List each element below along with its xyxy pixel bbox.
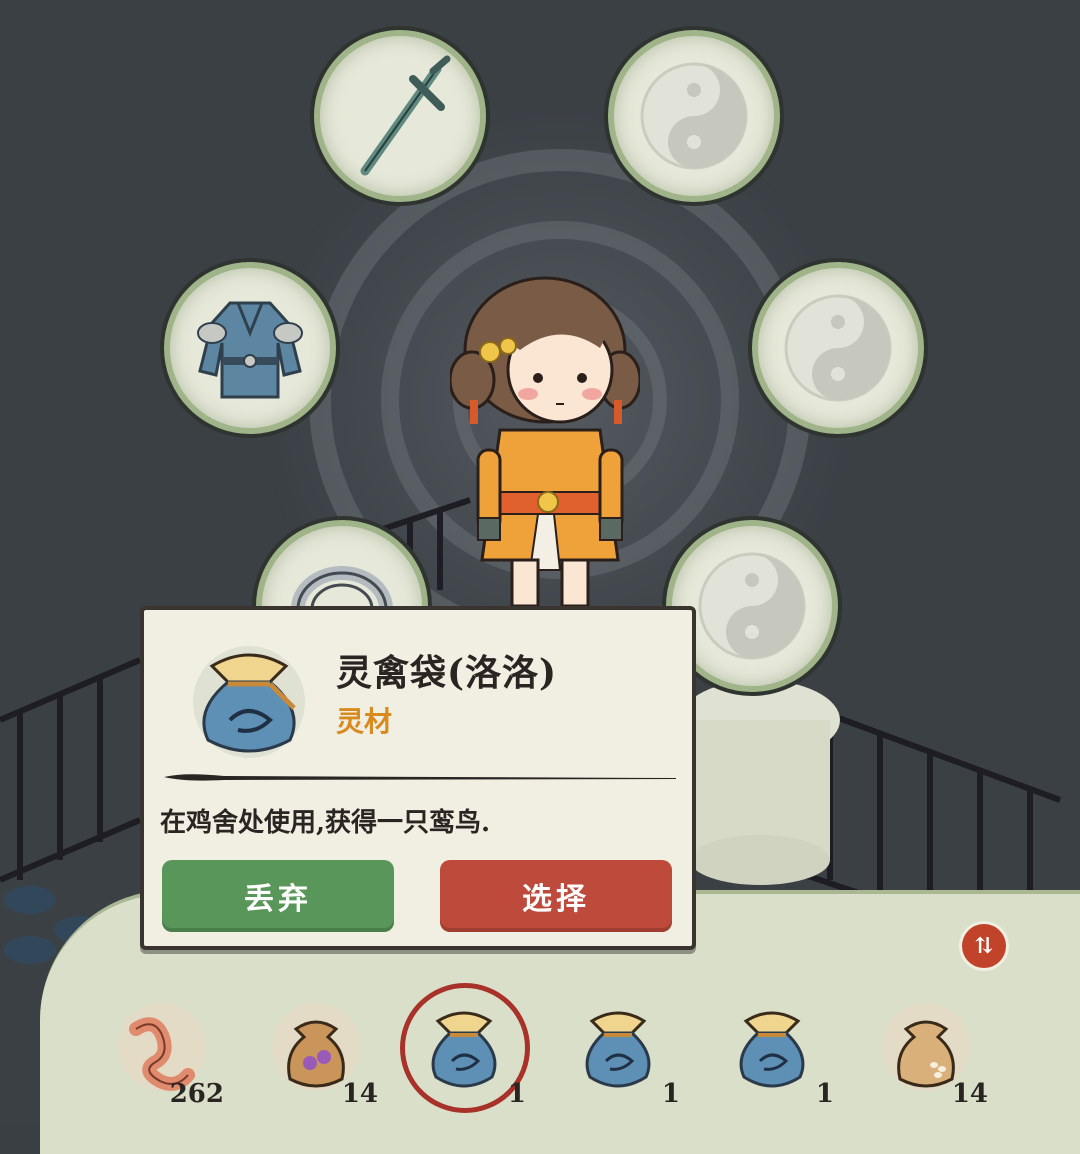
item-description: 在鸡舍处使用,获得一只鸾鸟.	[160, 808, 491, 838]
item-count: 262	[169, 1079, 224, 1109]
yin-yang-icon	[784, 294, 892, 402]
spirit-bird-bag-icon	[193, 646, 305, 758]
weapon-slot[interactable]	[314, 30, 486, 202]
inventory-item-worm[interactable]: 262	[104, 995, 224, 1115]
inventory-item-spirit-bird-bag[interactable]: 1	[714, 995, 834, 1115]
item-count: 1	[815, 1079, 834, 1109]
spirit-bird-bag-icon	[739, 1011, 805, 1088]
armor-slot[interactable]	[164, 262, 336, 434]
item-tooltip-card: 灵禽袋(洛洛) 灵材 在鸡舍处使用,获得一只鸾鸟. 丢弃 选择	[140, 606, 696, 950]
discard-label: 丢弃	[244, 882, 312, 917]
sort-icon: ⇅	[974, 933, 994, 959]
item-count: 1	[507, 1079, 526, 1109]
robe-armor-icon	[197, 301, 303, 399]
discard-button[interactable]: 丢弃	[162, 860, 394, 932]
select-button[interactable]: 选择	[440, 860, 672, 932]
item-count: 14	[341, 1079, 378, 1109]
item-title: 灵禽袋(洛洛)	[336, 652, 558, 694]
inventory-item-mushroom-bag[interactable]: 14	[258, 995, 378, 1115]
sort-button[interactable]: ⇅	[962, 924, 1006, 968]
inventory-item-seed-bag[interactable]: 14	[868, 995, 988, 1115]
select-label: 选择	[522, 882, 590, 917]
inventory-item-spirit-bird-bag[interactable]: 1	[560, 995, 680, 1115]
accessory-slot-top-right[interactable]	[608, 30, 780, 202]
item-count: 14	[951, 1079, 988, 1109]
item-type: 灵材	[336, 705, 393, 738]
sword-icon	[360, 55, 451, 176]
inventory-item-spirit-bird-bag-selected[interactable]: 1	[406, 995, 526, 1115]
yin-yang-icon	[640, 62, 748, 170]
game-scene: ⇅ 262 14 1 1 1 14 灵禽袋(洛洛) 灵材 在鸡舍处使用,获得一只…	[0, 0, 1080, 1154]
item-count: 1	[661, 1079, 680, 1109]
yin-yang-icon	[698, 552, 806, 660]
player-character	[450, 276, 640, 608]
spirit-bird-bag-icon	[585, 1011, 651, 1088]
divider	[164, 774, 676, 781]
accessory-slot-mid-right[interactable]	[752, 262, 924, 434]
spirit-bird-bag-icon	[431, 1011, 497, 1088]
